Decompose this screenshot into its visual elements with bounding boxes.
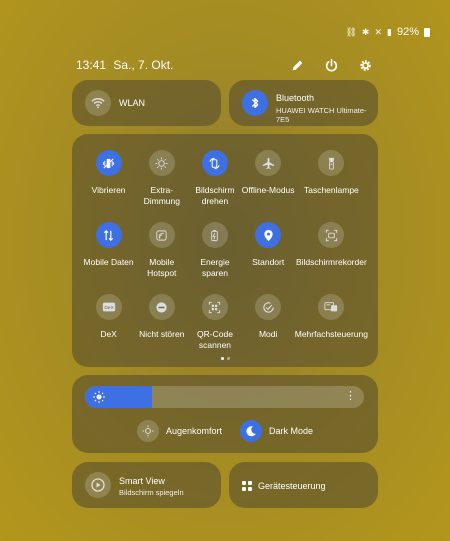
tile-label: Modi <box>258 329 278 339</box>
sun-icon <box>93 391 105 403</box>
qs-header: 13:41 Sa., 7. Okt. <box>76 56 372 74</box>
smart-view-sub: Bildschirm spiegeln <box>119 488 184 497</box>
screen-recorder-icon <box>318 222 345 248</box>
date: Sa., 7. Okt. <box>113 58 174 72</box>
page-dot-1[interactable] <box>220 357 224 360</box>
settings-button[interactable] <box>358 58 372 72</box>
tile-extra-dim[interactable]: Extra-Dimmung <box>135 150 188 214</box>
tile-label: QR-Code scannen <box>197 329 233 350</box>
tile-airplane[interactable]: Offline-Modus <box>242 150 295 214</box>
dark-mode-toggle[interactable]: Dark Mode <box>240 420 313 442</box>
tile-label: DeX <box>100 329 117 339</box>
tile-rotate[interactable]: Bildschirm drehen <box>188 150 241 214</box>
status-bar: ⛓ ✱ ✕ ▮ 92% <box>345 26 430 38</box>
bluetooth-status-icon: ✱ <box>361 26 370 37</box>
modes-icon <box>255 294 282 320</box>
wlan-tile[interactable]: WLAN <box>72 80 221 126</box>
multi-control-icon <box>318 294 345 320</box>
rotate-icon <box>201 150 228 176</box>
page-indicator <box>72 357 378 360</box>
brightness-slider[interactable]: ⋮ <box>85 386 364 408</box>
eye-comfort-icon <box>136 420 159 442</box>
quick-settings-grid: Vibrieren Extra-Dimmung Bildschirm drehen O… <box>82 150 368 358</box>
bluetooth-label: Bluetooth <box>276 93 315 103</box>
datetime: 13:41 Sa., 7. Okt. <box>76 58 177 72</box>
dex-icon: DeX <box>95 294 122 320</box>
tile-label: Energie sparen <box>200 257 230 278</box>
tile-vibrate[interactable]: Vibrieren <box>82 150 135 214</box>
tile-label: Offline-Modus <box>241 185 295 195</box>
dark-mode-label: Dark Mode <box>269 426 314 436</box>
bluetooth-icon <box>242 90 268 116</box>
gear-icon <box>359 59 371 71</box>
pencil-icon <box>292 60 302 70</box>
tile-dex[interactable]: DeX DeX <box>82 294 135 358</box>
tile-qr-scan[interactable]: QR-Code scannen <box>188 294 241 358</box>
eye-comfort-toggle[interactable]: Augenkomfort <box>136 420 222 442</box>
tile-label: Mobile Daten <box>83 257 134 267</box>
more-options-icon[interactable]: ⋮ <box>345 390 356 402</box>
device-control-tile[interactable]: Gerätesteuerung <box>229 462 378 508</box>
clock: 13:41 <box>76 58 107 72</box>
tile-multi-control[interactable]: Mehrfachsteuerung <box>295 294 368 358</box>
moon-icon <box>240 420 262 442</box>
device-control-label: Gerätesteuerung <box>258 481 326 491</box>
power-icon <box>325 58 337 71</box>
svg-text:DeX: DeX <box>104 305 114 311</box>
tile-label: Mobile Hotspot <box>147 257 177 278</box>
hotspot-icon <box>148 222 175 248</box>
vibrate-icon <box>95 150 122 176</box>
do-not-disturb-icon <box>148 294 175 320</box>
battery-percent: 92% <box>396 26 419 38</box>
wifi-icon <box>85 90 111 116</box>
quick-settings-panel: Vibrieren Extra-Dimmung Bildschirm drehen O… <box>72 134 378 367</box>
mobile-data-icon <box>95 222 122 248</box>
airplane-icon <box>255 150 282 176</box>
tile-label: Standort <box>252 257 285 267</box>
qr-scan-icon <box>201 294 228 320</box>
tile-battery-saver[interactable]: Energie sparen <box>188 222 241 286</box>
smart-view-tile[interactable]: Smart View Bildschirm spiegeln <box>72 462 221 508</box>
grid-icon <box>242 481 252 491</box>
eye-comfort-label: Augenkomfort <box>165 426 222 436</box>
tile-screen-recorder[interactable]: Bildschirmrekorder <box>295 222 368 286</box>
tile-flashlight[interactable]: Taschenlampe <box>295 150 368 214</box>
tile-location[interactable]: Standort <box>242 222 295 286</box>
tile-modes[interactable]: Modi <box>242 294 295 358</box>
wlan-label: WLAN <box>119 98 146 108</box>
power-button[interactable] <box>324 58 338 72</box>
extra-dim-icon <box>148 150 175 176</box>
battery-saver-icon <box>201 222 228 248</box>
signal-icon: ▮ <box>387 26 392 37</box>
tile-hotspot[interactable]: Mobile Hotspot <box>135 222 188 286</box>
tile-label: Nicht stören <box>139 329 185 339</box>
flashlight-icon <box>318 150 345 176</box>
tile-label: Taschenlampe <box>303 185 359 195</box>
bluetooth-device: HUAWEI WATCH Ultimate-7E5 <box>276 106 367 124</box>
tile-label: Mehrfachsteuerung <box>294 329 368 339</box>
brightness-panel: ⋮ Augenkomfort Dark Mode <box>72 375 378 453</box>
battery-icon <box>424 27 430 37</box>
location-icon <box>255 222 282 248</box>
tile-label: Bildschirm drehen <box>195 185 235 206</box>
edit-button[interactable] <box>290 58 304 72</box>
tile-mobile-data[interactable]: Mobile Daten <box>82 222 135 286</box>
page-dot-2[interactable] <box>226 357 230 360</box>
smart-view-icon <box>85 472 111 498</box>
tile-label: Extra-Dimmung <box>143 185 180 206</box>
tile-label: Bildschirmrekorder <box>295 257 367 267</box>
tile-label: Vibrieren <box>91 185 126 195</box>
smart-view-label: Smart View <box>119 476 165 486</box>
bluetooth-tile[interactable]: Bluetooth HUAWEI WATCH Ultimate-7E5 <box>229 80 378 126</box>
tile-do-not-disturb[interactable]: Nicht stören <box>135 294 188 358</box>
link-icon: ⛓ <box>345 26 357 37</box>
mute-icon: ✕ <box>374 26 383 37</box>
